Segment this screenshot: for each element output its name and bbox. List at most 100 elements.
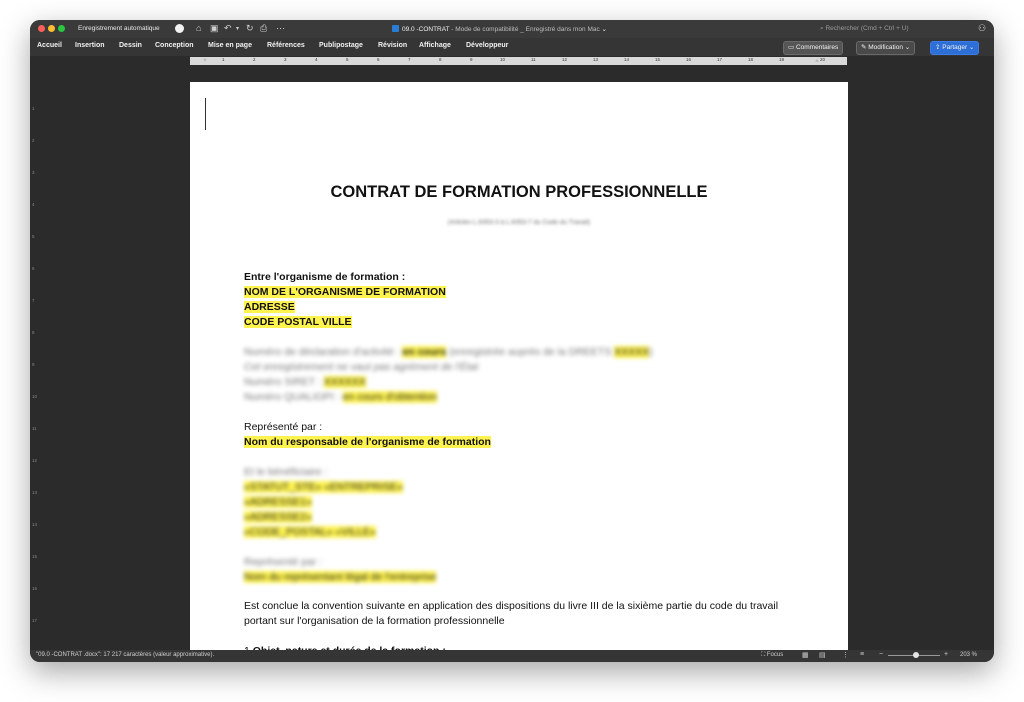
ruler-number: 3	[284, 57, 287, 62]
ruler-number: 19	[779, 57, 785, 62]
org-city: CODE POSTAL VILLE	[244, 316, 352, 328]
ruler-number: 4	[315, 57, 318, 62]
beneficiary-rep-label: Représenté par :	[244, 556, 323, 568]
autosave-label: Enregistrement automatique	[78, 25, 160, 32]
zoom-in-icon[interactable]: +	[944, 651, 948, 658]
title-bar: Enregistrement automatique ⌂ ▣ ↶ ▾ ↻ ⎙ ⋯…	[30, 20, 994, 38]
declaration-close: )	[649, 346, 653, 358]
zoom-out-icon[interactable]: −	[879, 651, 883, 658]
ruler-number: 17	[717, 57, 723, 62]
tab-references[interactable]: Références	[267, 42, 305, 49]
beneficiary-address-1: «ADRESSE1»	[244, 496, 312, 508]
web-layout-icon[interactable]: ▤	[819, 651, 826, 659]
redo-icon[interactable]: ↻	[246, 23, 254, 34]
ruler-number: 14	[624, 57, 630, 62]
chevron-down-icon: ⌄	[902, 44, 911, 51]
ruler-number: 2	[253, 57, 256, 62]
beneficiary-rep-name: Nom du représentant légal de l'entrepris…	[244, 571, 437, 583]
vruler-number: 16	[32, 586, 38, 591]
vruler-number: 10	[32, 394, 38, 399]
minimize-window-button[interactable]	[48, 25, 55, 32]
share-chevron-down-icon: ⌄	[967, 44, 975, 51]
qualiopi-value: en cours d'obtention	[342, 391, 437, 403]
tab-affichage[interactable]: Affichage	[419, 42, 451, 49]
tab-revision[interactable]: Révision	[378, 42, 407, 49]
home-icon[interactable]: ⌂	[196, 23, 201, 33]
ruler-number: 7	[408, 57, 411, 62]
vruler-number: 15	[32, 554, 38, 559]
zoom-slider-knob[interactable]	[913, 652, 920, 658]
ruler-number: 18	[748, 57, 754, 62]
tab-accueil[interactable]: Accueil	[37, 42, 62, 49]
document-name: 09.0 -CONTRAT	[402, 26, 450, 33]
tab-insertion[interactable]: Insertion	[75, 42, 105, 49]
tab-mise-en-page[interactable]: Mise en page	[208, 42, 252, 49]
vertical-ruler: 1 2 3 4 5 6 7 8 9 10 11 12 13 14 15 16 1…	[30, 66, 40, 650]
ruler-number: 1	[222, 57, 225, 62]
ruler-number: 16	[686, 57, 692, 62]
status-bar: "09.0 -CONTRAT .docx": 17 217 caractères…	[30, 650, 994, 662]
qualiopi-prefix: Numéro QUALIOPI :	[244, 391, 343, 403]
search-field[interactable]: ⌕ Rechercher (Cmd + Ctrl + U)	[820, 25, 909, 33]
save-icon[interactable]: ▣	[210, 23, 219, 34]
search-placeholder: Rechercher (Cmd + Ctrl + U)	[825, 25, 909, 32]
vruler-number: 4	[32, 202, 35, 207]
undo-dropdown-icon[interactable]: ▾	[236, 25, 239, 32]
right-indent-marker[interactable]: ▲	[814, 58, 820, 64]
print-icon[interactable]: ⎙	[260, 23, 267, 34]
vruler-number: 14	[32, 522, 38, 527]
declaration-suffix: (enregistrée auprès de la DREETS	[446, 346, 615, 358]
beneficiary-address-2: «ADRESSE2»	[244, 511, 312, 523]
vruler-number: 1	[32, 106, 35, 111]
word-count[interactable]: "09.0 -CONTRAT .docx": 17 217 caractères…	[36, 652, 214, 658]
undo-icon[interactable]: ↶	[224, 23, 232, 34]
ruler-number: 6	[377, 57, 380, 62]
autosave-toggle[interactable]	[175, 24, 184, 33]
vruler-number: 11	[32, 426, 37, 431]
document-page[interactable]: CONTRAT DE FORMATION PROFESSIONNELLE (Ar…	[190, 82, 848, 657]
beneficiary-city: «CODE_POSTAL» «VILLE»	[244, 526, 376, 538]
ruler-number: 10	[500, 57, 506, 62]
document-canvas[interactable]: CONTRAT DE FORMATION PROFESSIONNELLE (Ar…	[40, 66, 994, 657]
editing-mode-button[interactable]: ✎ Modification ⌄	[856, 41, 916, 55]
ruler-number: 5	[346, 57, 349, 62]
account-icon[interactable]: ⚇	[978, 23, 986, 34]
print-layout-icon[interactable]: ▦	[802, 651, 809, 659]
share-button[interactable]: ⇪ Partager ⌄	[930, 41, 980, 55]
close-window-button[interactable]	[38, 25, 45, 32]
ruler-number: 20	[820, 57, 826, 62]
comments-button[interactable]: ▭ Commentaires	[783, 41, 844, 55]
comment-icon: ▭	[788, 44, 796, 51]
zoom-percent[interactable]: 203 %	[960, 652, 977, 658]
focus-button[interactable]: ⛶ Focus	[761, 652, 783, 659]
ruler-number: 8	[439, 57, 442, 62]
title-chevron-down-icon: ⌄	[601, 26, 607, 33]
tab-publipostage[interactable]: Publipostage	[319, 42, 363, 49]
ruler-number: 9	[470, 57, 473, 62]
vruler-number: 2	[32, 138, 35, 143]
document-title[interactable]: 09.0 -CONTRAT - Mode de compatibilité _ …	[392, 25, 607, 33]
declaration-status: en cours	[402, 346, 447, 358]
beneficiary-company: «STATUT_STE» «ENTREPRISE»	[244, 481, 403, 493]
more-icon[interactable]: ⋯	[276, 23, 285, 34]
tab-dessin[interactable]: Dessin	[119, 42, 142, 49]
document-subtitle-articles: (Articles L.6353-3 à L.6353-7 du Code du…	[447, 219, 591, 226]
vruler-number: 5	[32, 234, 35, 239]
left-indent-marker[interactable]: ▼	[202, 58, 208, 64]
represented-label: Représenté par :	[244, 421, 323, 433]
editing-mode-label: Modification	[868, 44, 903, 51]
outline-view-icon[interactable]: ⋮	[842, 651, 849, 659]
draft-view-icon[interactable]: ≡	[860, 651, 864, 658]
focus-label: Focus	[766, 652, 784, 658]
tab-developpeur[interactable]: Développeur	[466, 42, 508, 49]
vruler-number: 8	[32, 330, 35, 335]
text-cursor	[205, 98, 206, 130]
ruler-number: 15	[655, 57, 661, 62]
horizontal-ruler[interactable]: 1 2 3 4 5 6 7 8 9 10 11 12 13 14 15 16 1…	[30, 56, 994, 66]
tab-conception[interactable]: Conception	[155, 42, 194, 49]
declaration-note: Cet enregistrement ne vaut pas agrément …	[244, 361, 479, 373]
vruler-number: 7	[32, 298, 35, 303]
share-label: Partager	[942, 44, 968, 51]
convention-line-2: portant sur l'organisation de la formati…	[244, 615, 505, 627]
maximize-window-button[interactable]	[58, 25, 65, 32]
